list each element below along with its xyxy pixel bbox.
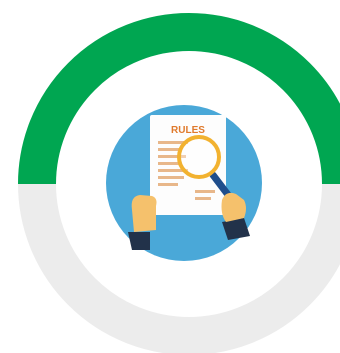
progress-ring-graphic: RULES — [18, 13, 340, 353]
rules-review-icon: RULES — [106, 105, 262, 261]
document-title: RULES — [171, 125, 205, 136]
